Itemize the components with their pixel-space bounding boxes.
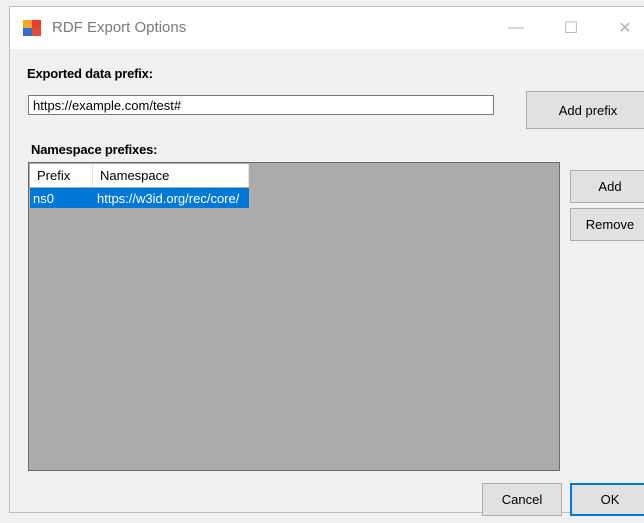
rdf-export-options-dialog: RDF Export Options — ☐ ✕ Exported data p… bbox=[9, 6, 644, 516]
minimize-button[interactable]: — bbox=[493, 7, 539, 49]
list-item[interactable]: ns0 https://w3id.org/rec/core/ bbox=[30, 188, 249, 208]
close-button[interactable]: ✕ bbox=[602, 7, 644, 49]
list-item-prefix: ns0 bbox=[33, 190, 54, 206]
cancel-button[interactable]: Cancel bbox=[482, 483, 562, 516]
remove-namespace-button[interactable]: Remove bbox=[570, 208, 644, 241]
list-item-namespace: https://w3id.org/rec/core/ bbox=[97, 190, 240, 206]
title-bar[interactable]: RDF Export Options — ☐ ✕ bbox=[10, 7, 644, 49]
list-header: Prefix Namespace bbox=[30, 164, 249, 187]
namespace-prefixes-list[interactable]: Prefix Namespace ns0 https://w3id.org/re… bbox=[28, 162, 560, 471]
exported-data-prefix-input[interactable] bbox=[28, 95, 494, 115]
maximize-button[interactable]: ☐ bbox=[548, 7, 594, 49]
window-title: RDF Export Options bbox=[52, 19, 187, 36]
rdf-app-icon bbox=[23, 20, 41, 36]
exported-data-prefix-label: Exported data prefix: bbox=[27, 66, 153, 81]
namespace-prefixes-label: Namespace prefixes: bbox=[31, 142, 158, 157]
add-namespace-button[interactable]: Add bbox=[570, 170, 644, 203]
add-prefix-button[interactable]: Add prefix bbox=[526, 91, 644, 129]
column-header-namespace[interactable]: Namespace bbox=[93, 164, 249, 187]
ok-button[interactable]: OK bbox=[570, 483, 644, 516]
column-header-prefix[interactable]: Prefix bbox=[30, 164, 93, 187]
